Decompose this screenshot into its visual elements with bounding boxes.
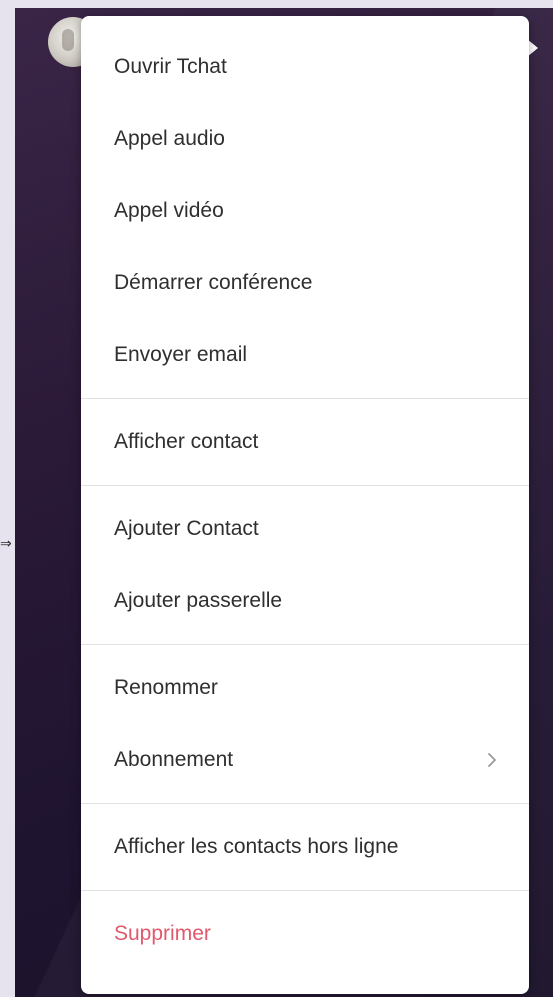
menu-item-add-gateway[interactable]: Ajouter passerelle [81, 565, 529, 637]
menu-group-offline: Afficher les contacts hors ligne [81, 804, 529, 891]
menu-item-subscription[interactable]: Abonnement [81, 724, 529, 796]
menu-group-delete: Supprimer [81, 891, 529, 977]
menu-item-start-conference[interactable]: Démarrer conférence [81, 247, 529, 319]
menu-item-show-contact[interactable]: Afficher contact [81, 406, 529, 478]
menu-item-video-call[interactable]: Appel vidéo [81, 175, 529, 247]
menu-item-add-contact[interactable]: Ajouter Contact [81, 493, 529, 565]
menu-group-view: Afficher contact [81, 399, 529, 486]
menu-group-communication: Ouvrir Tchat Appel audio Appel vidéo Dém… [81, 16, 529, 399]
menu-item-audio-call[interactable]: Appel audio [81, 103, 529, 175]
menu-item-open-chat[interactable]: Ouvrir Tchat [81, 31, 529, 103]
expand-arrow-icon[interactable]: ⇒ [0, 536, 14, 550]
menu-item-show-offline-contacts[interactable]: Afficher les contacts hors ligne [81, 811, 529, 883]
menu-item-send-email[interactable]: Envoyer email [81, 319, 529, 391]
chevron-right-icon [488, 753, 496, 767]
menu-item-delete[interactable]: Supprimer [81, 898, 529, 970]
menu-group-manage: Renommer Abonnement [81, 645, 529, 804]
menu-item-rename[interactable]: Renommer [81, 652, 529, 724]
menu-item-subscription-label: Abonnement [114, 748, 234, 771]
menu-group-add: Ajouter Contact Ajouter passerelle [81, 486, 529, 645]
contact-context-menu: Ouvrir Tchat Appel audio Appel vidéo Dém… [81, 16, 529, 994]
